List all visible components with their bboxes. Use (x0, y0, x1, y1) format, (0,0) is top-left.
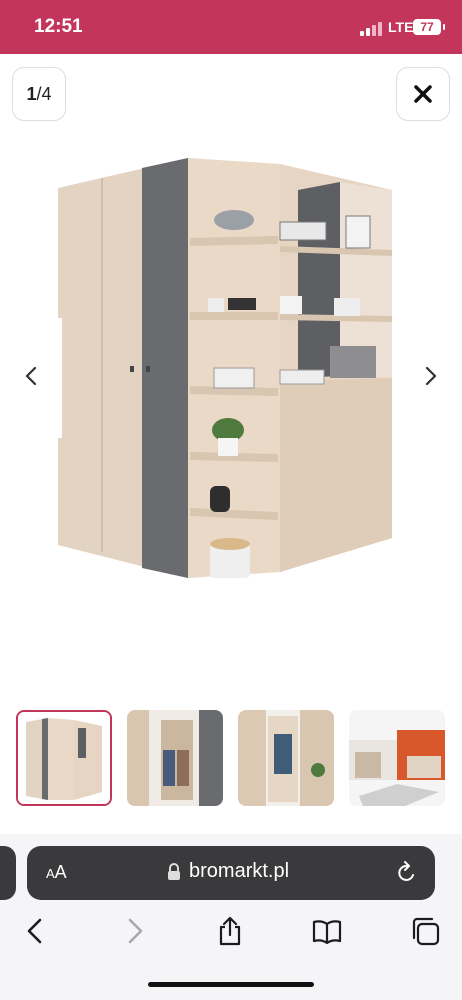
status-time: 12:51 (34, 16, 83, 37)
reload-icon[interactable] (396, 861, 418, 885)
forward-icon[interactable] (118, 915, 150, 947)
aa-large-glyph: A (54, 862, 67, 882)
url-text: bromarkt.pl (189, 860, 290, 882)
share-icon[interactable] (214, 915, 246, 947)
image-counter: 1/4 (12, 67, 66, 121)
battery-indicator: 77 (413, 19, 441, 35)
previous-tab-pill[interactable] (0, 846, 16, 900)
reader-aa-button[interactable]: AA (46, 862, 67, 883)
product-image (56, 158, 392, 578)
network-label: LTE (388, 19, 414, 35)
thumbnail-3[interactable] (238, 710, 334, 806)
tabs-icon[interactable] (409, 915, 441, 947)
thumbnail-image (349, 710, 445, 806)
signal-icon (360, 22, 382, 36)
lock-icon (168, 863, 180, 880)
thumbnail-2[interactable] (127, 710, 223, 806)
counter-total: /4 (36, 84, 52, 104)
close-button[interactable] (396, 67, 450, 121)
thumbnail-image (127, 710, 223, 806)
thumbnail-4[interactable] (349, 710, 445, 806)
thumbnail-image (18, 712, 110, 804)
counter-current: 1 (26, 84, 37, 104)
back-icon[interactable] (20, 915, 52, 947)
aa-small-glyph: A (46, 866, 55, 881)
chevron-right-icon[interactable] (418, 364, 442, 388)
bookmarks-icon[interactable] (311, 915, 343, 947)
home-indicator (148, 982, 314, 987)
address-bar[interactable]: AA bromarkt.pl (27, 846, 435, 900)
status-bar: 12:51 LTE 77 (0, 0, 462, 54)
chevron-left-icon[interactable] (20, 364, 44, 388)
close-icon (414, 85, 432, 103)
thumbnail-1[interactable] (16, 710, 112, 806)
thumbnail-strip (0, 710, 462, 810)
thumbnail-image (238, 710, 334, 806)
battery-tip (443, 24, 445, 30)
